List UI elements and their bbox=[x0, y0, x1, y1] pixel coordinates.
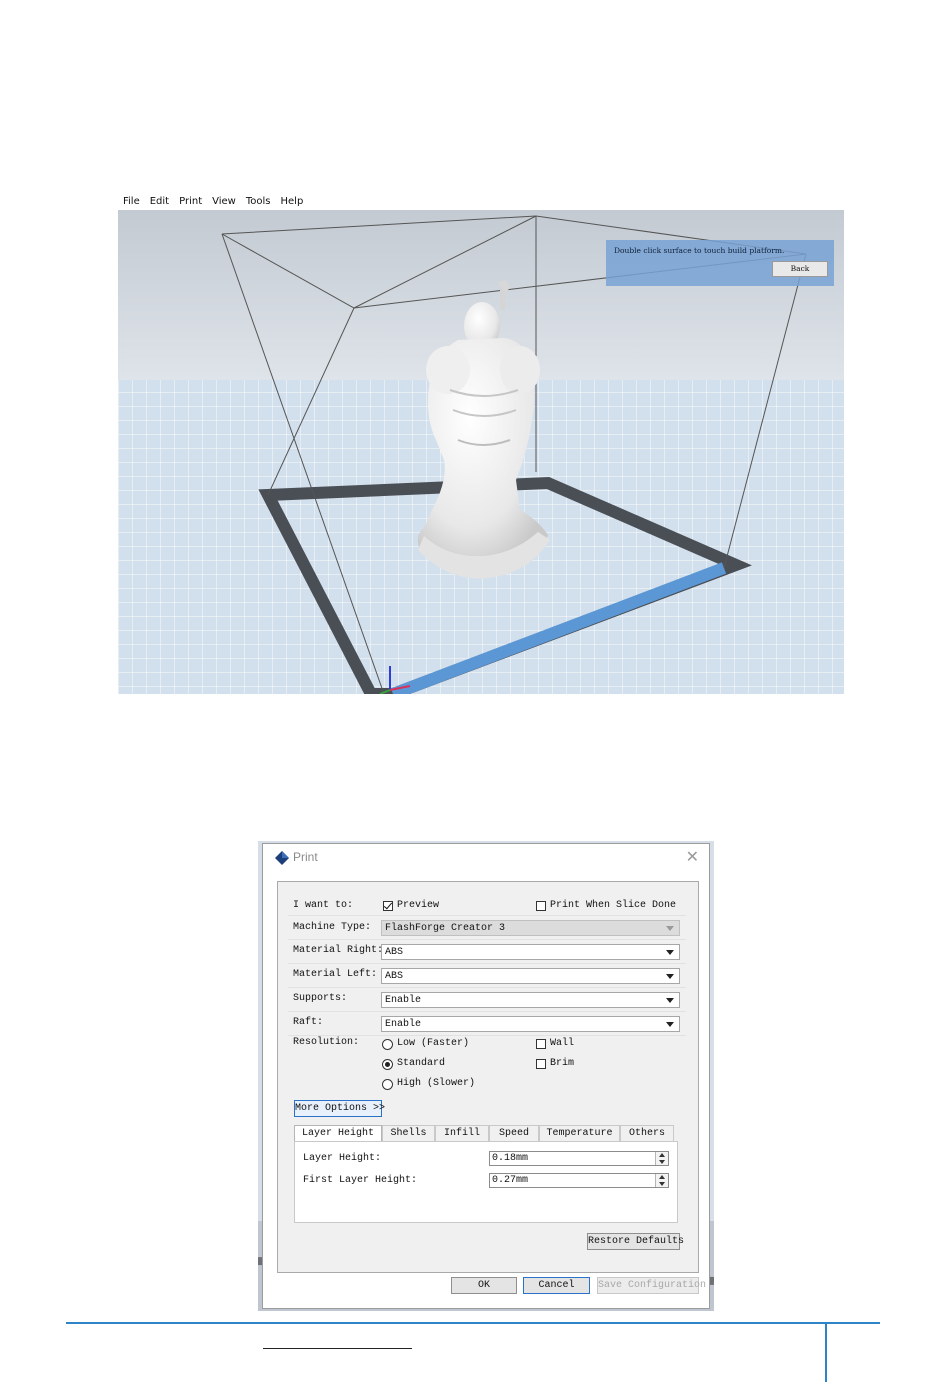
print-dialog: Print ✕ I want to: Preview Print When Sl… bbox=[262, 843, 710, 1309]
chevron-down-icon bbox=[666, 1022, 674, 1027]
divider bbox=[288, 1011, 686, 1012]
brim-label: Brim bbox=[550, 1058, 575, 1069]
first-layer-height-value: 0.27mm bbox=[492, 1175, 529, 1186]
dialog-titlebar: Print ✕ bbox=[263, 844, 709, 872]
print-when-slice-done-checkbox[interactable] bbox=[536, 901, 546, 911]
resolution-low-label: Low (Faster) bbox=[397, 1038, 470, 1049]
wall-checkbox[interactable] bbox=[536, 1039, 546, 1049]
restore-defaults-button[interactable]: Restore Defaults bbox=[587, 1233, 684, 1250]
3d-viewport[interactable]: Double click surface to touch build plat… bbox=[118, 210, 844, 694]
spin-arrows-icon[interactable] bbox=[655, 1152, 668, 1165]
chevron-down-icon bbox=[666, 926, 674, 931]
wall-label: Wall bbox=[550, 1038, 575, 1049]
footer-underline bbox=[263, 1348, 412, 1349]
flashprint-screenshot: File Edit Print View Tools Help Double c… bbox=[118, 192, 844, 694]
notice-message: Double click surface to touch build plat… bbox=[614, 246, 785, 255]
resolution-high-label: High (Slower) bbox=[397, 1078, 476, 1089]
raft-value: Enable bbox=[385, 1019, 422, 1030]
material-left-label: Material Left: bbox=[293, 969, 378, 980]
material-right-label: Material Right: bbox=[293, 945, 384, 956]
menu-tools[interactable]: Tools bbox=[241, 196, 276, 207]
more-options-button[interactable]: More Options >> bbox=[294, 1100, 385, 1117]
footer-vertical-rule bbox=[825, 1322, 827, 1382]
machine-type-select: FlashForge Creator 3 bbox=[381, 920, 680, 936]
resolution-low-radio[interactable] bbox=[382, 1039, 393, 1050]
chevron-down-icon bbox=[666, 974, 674, 979]
tab-shells[interactable]: Shells bbox=[382, 1125, 435, 1142]
dialog-title: Print bbox=[293, 850, 318, 864]
chevron-down-icon bbox=[666, 950, 674, 955]
tab-infill[interactable]: Infill bbox=[435, 1125, 489, 1142]
material-right-select[interactable]: ABS bbox=[381, 944, 680, 960]
divider bbox=[288, 987, 686, 988]
print-when-slice-done-label: Print When Slice Done bbox=[550, 900, 677, 911]
supports-select[interactable]: Enable bbox=[381, 992, 680, 1008]
spin-arrows-icon[interactable] bbox=[655, 1174, 668, 1187]
menu-print[interactable]: Print bbox=[174, 196, 207, 207]
first-layer-height-label: First Layer Height: bbox=[303, 1175, 418, 1186]
preview-label: Preview bbox=[397, 900, 440, 911]
back-button[interactable]: Back bbox=[772, 261, 828, 277]
material-left-select[interactable]: ABS bbox=[381, 968, 680, 984]
resolution-standard-radio[interactable] bbox=[382, 1059, 393, 1070]
resolution-standard-label: Standard bbox=[397, 1058, 446, 1069]
divider bbox=[288, 939, 686, 940]
settings-tabs: Layer Height Shells Infill Speed Tempera… bbox=[294, 1125, 674, 1143]
close-icon[interactable]: ✕ bbox=[686, 848, 699, 866]
machine-type-label: Machine Type: bbox=[293, 922, 372, 933]
material-right-value: ABS bbox=[385, 947, 404, 958]
machine-type-value: FlashForge Creator 3 bbox=[385, 923, 506, 934]
menu-edit[interactable]: Edit bbox=[145, 196, 174, 207]
chevron-down-icon bbox=[666, 998, 674, 1003]
i-want-to-label: I want to: bbox=[293, 900, 354, 911]
tab-temperature[interactable]: Temperature bbox=[539, 1125, 620, 1142]
footer-rule bbox=[66, 1322, 880, 1324]
save-configuration-button[interactable]: Save Configuration bbox=[597, 1277, 706, 1294]
menu-file[interactable]: File bbox=[118, 196, 145, 207]
preview-checkbox[interactable] bbox=[383, 901, 393, 911]
raft-select[interactable]: Enable bbox=[381, 1016, 680, 1032]
divider bbox=[288, 1035, 686, 1036]
layer-height-pane: Layer Height: 0.18mm First Layer Height:… bbox=[294, 1141, 678, 1223]
menu-help[interactable]: Help bbox=[276, 196, 309, 207]
brim-checkbox[interactable] bbox=[536, 1059, 546, 1069]
cancel-button[interactable]: Cancel bbox=[523, 1277, 590, 1294]
ok-button[interactable]: OK bbox=[451, 1277, 517, 1294]
supports-label: Supports: bbox=[293, 993, 348, 1004]
layer-height-value: 0.18mm bbox=[492, 1153, 529, 1164]
layer-height-spinbox[interactable]: 0.18mm bbox=[489, 1151, 669, 1166]
supports-value: Enable bbox=[385, 995, 422, 1006]
first-layer-height-spinbox[interactable]: 0.27mm bbox=[489, 1173, 669, 1188]
tab-speed[interactable]: Speed bbox=[489, 1125, 539, 1142]
tab-others[interactable]: Others bbox=[620, 1125, 674, 1142]
flashprint-logo-icon bbox=[275, 851, 289, 865]
print-dialog-screenshot: Print ✕ I want to: Preview Print When Sl… bbox=[258, 841, 714, 1311]
touch-surface-notice: Double click surface to touch build plat… bbox=[606, 240, 834, 286]
menu-view[interactable]: View bbox=[207, 196, 241, 207]
layer-height-label: Layer Height: bbox=[303, 1153, 382, 1164]
resolution-high-radio[interactable] bbox=[382, 1079, 393, 1090]
material-left-value: ABS bbox=[385, 971, 404, 982]
divider bbox=[288, 963, 686, 964]
raft-label: Raft: bbox=[293, 1017, 324, 1028]
menu-bar: File Edit Print View Tools Help bbox=[118, 192, 844, 210]
resolution-label: Resolution: bbox=[293, 1037, 360, 1048]
divider bbox=[288, 915, 686, 916]
print-options-panel: I want to: Preview Print When Slice Done… bbox=[277, 881, 699, 1273]
